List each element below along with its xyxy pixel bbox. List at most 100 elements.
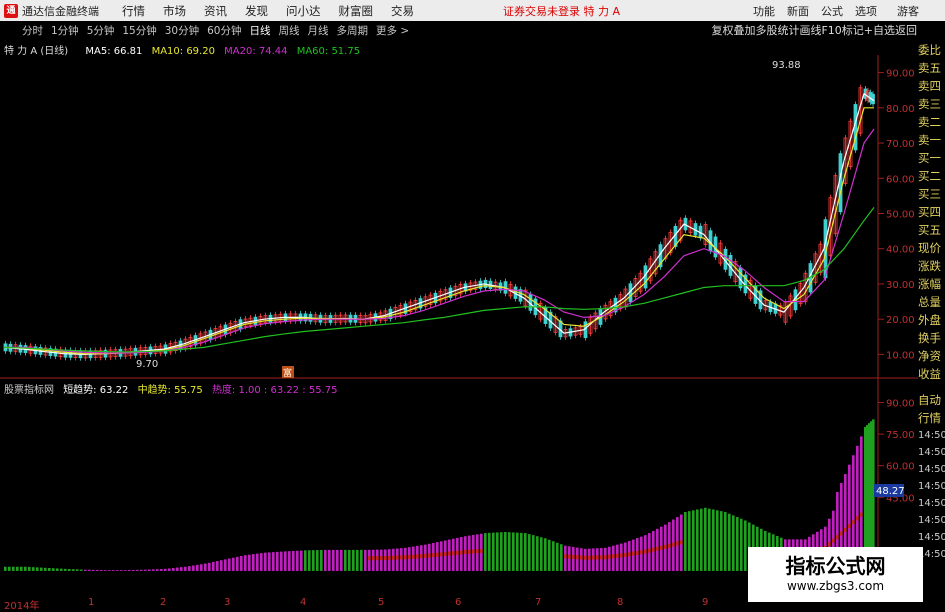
indicator-bar-accent: [576, 555, 579, 560]
indicator-bar: [532, 535, 535, 571]
indicator-bar: [408, 547, 411, 571]
indicator-bar: [704, 507, 707, 571]
side-panel-item: 14:50: [918, 515, 945, 526]
indicator-bar: [540, 537, 543, 571]
indicator-bar: [508, 532, 511, 571]
indicator-bar: [332, 549, 335, 571]
indicator-bar: [360, 549, 363, 571]
indicator-bar: [196, 564, 199, 571]
x-axis-label: 9: [702, 597, 709, 608]
indicator-bar: [368, 549, 371, 571]
indicator-bar: [536, 536, 539, 571]
side-panel-item: 换手: [918, 331, 941, 345]
indicator-bar-accent: [436, 552, 439, 557]
side-panel-item: [918, 383, 945, 391]
side-panel-item: 买五: [918, 223, 941, 237]
main-tick-label: 70.00: [886, 139, 915, 150]
side-panel-item: 买四: [918, 205, 941, 219]
site-watermark: 指标公式网 www.zbgs3.com: [748, 547, 923, 602]
indicator-bar: [72, 569, 75, 571]
indicator-bar: [308, 550, 311, 571]
indicator-bar: [60, 568, 63, 571]
indicator-bar: [708, 508, 711, 571]
indicator-bar-accent: [412, 554, 415, 559]
indicator-bar: [344, 549, 347, 571]
main-tick-label: 20.00: [886, 315, 915, 326]
indicator-bar: [720, 511, 723, 571]
x-axis-label: 2: [160, 597, 167, 608]
event-marker-label: 富: [283, 367, 292, 379]
indicator-bar: [56, 568, 59, 571]
indicator-bar: [192, 565, 195, 571]
indicator-bar-accent: [416, 554, 419, 559]
indicator-bar: [604, 547, 607, 571]
side-panel-item: 14:50: [918, 498, 945, 509]
indicator-bar-accent: [860, 512, 863, 517]
indicator-bar-accent: [656, 546, 659, 551]
indicator-bar: [296, 550, 299, 571]
indicator-bar-accent: [444, 551, 447, 556]
indicator-bar: [696, 509, 699, 571]
indicator-bar: [256, 553, 259, 571]
indicator-bar-accent: [644, 549, 647, 554]
side-panel-item: 卖一: [918, 133, 941, 147]
indicator-bar: [584, 548, 587, 571]
main-tick-label: 40.00: [886, 245, 915, 256]
indicator-bar: [312, 550, 315, 571]
indicator-bar-accent: [480, 548, 483, 553]
indicator-bar: [4, 566, 7, 571]
indicator-bar: [208, 562, 211, 571]
indicator-bar: [348, 549, 351, 571]
side-panel-item: 收益: [918, 367, 941, 381]
indicator-bar: [24, 566, 27, 571]
indicator-bar: [16, 566, 19, 571]
indicator-bar: [244, 555, 247, 571]
indicator-bar: [324, 549, 327, 571]
indicator-bar-accent: [652, 547, 655, 552]
side-panel-item: 卖五: [918, 61, 941, 75]
indicator-bar-accent: [636, 550, 639, 555]
sub-tick-label: 90.00: [886, 399, 915, 410]
indicator-bar: [240, 556, 243, 571]
indicator-bar: [320, 549, 323, 571]
indicator-bar: [380, 549, 383, 571]
side-panel-item: 卖二: [918, 115, 941, 129]
indicator-bar-accent: [448, 551, 451, 556]
x-axis-label: 1: [88, 597, 95, 608]
indicator-bar: [148, 569, 151, 571]
indicator-bar-accent: [828, 542, 831, 547]
indicator-bar: [484, 533, 487, 571]
indicator-bar-accent: [840, 531, 843, 536]
indicator-bar: [120, 570, 123, 571]
indicator-bar-accent: [464, 550, 467, 555]
indicator-bar: [112, 570, 115, 571]
indicator-bar: [500, 532, 503, 571]
x-axis-label: 4: [300, 597, 307, 608]
indicator-bar: [76, 569, 79, 571]
indicator-bar-accent: [608, 554, 611, 559]
side-panel-item: 外盘: [918, 313, 941, 327]
indicator-bar: [724, 512, 727, 571]
indicator-bar: [188, 566, 191, 571]
indicator-bar: [84, 569, 87, 571]
indicator-bar: [316, 550, 319, 571]
indicator-bar: [124, 570, 127, 571]
indicator-bar-accent: [848, 524, 851, 528]
indicator-bar: [136, 569, 139, 571]
indicator-bar: [688, 511, 691, 571]
indicator-bar: [372, 549, 375, 571]
indicator-bar: [232, 557, 235, 571]
indicator-bar-accent: [452, 551, 455, 556]
indicator-bar: [212, 561, 215, 571]
indicator-bar: [48, 568, 51, 571]
indicator-bar-accent: [580, 555, 583, 560]
high-price-label: 93.88: [772, 60, 801, 71]
indicator-bar-accent: [476, 549, 479, 554]
main-tick-label: 60.00: [886, 174, 915, 185]
indicator-bar: [588, 548, 591, 571]
price-chart[interactable]: 90.00 80.00 70.00 60.00 50.00 40.00 30.00 20.00…: [0, 0, 918, 597]
side-panel-item: 买三: [918, 187, 941, 201]
indicator-bar: [268, 552, 271, 571]
indicator-bar-accent: [400, 555, 403, 560]
indicator-bar-accent: [396, 555, 399, 560]
